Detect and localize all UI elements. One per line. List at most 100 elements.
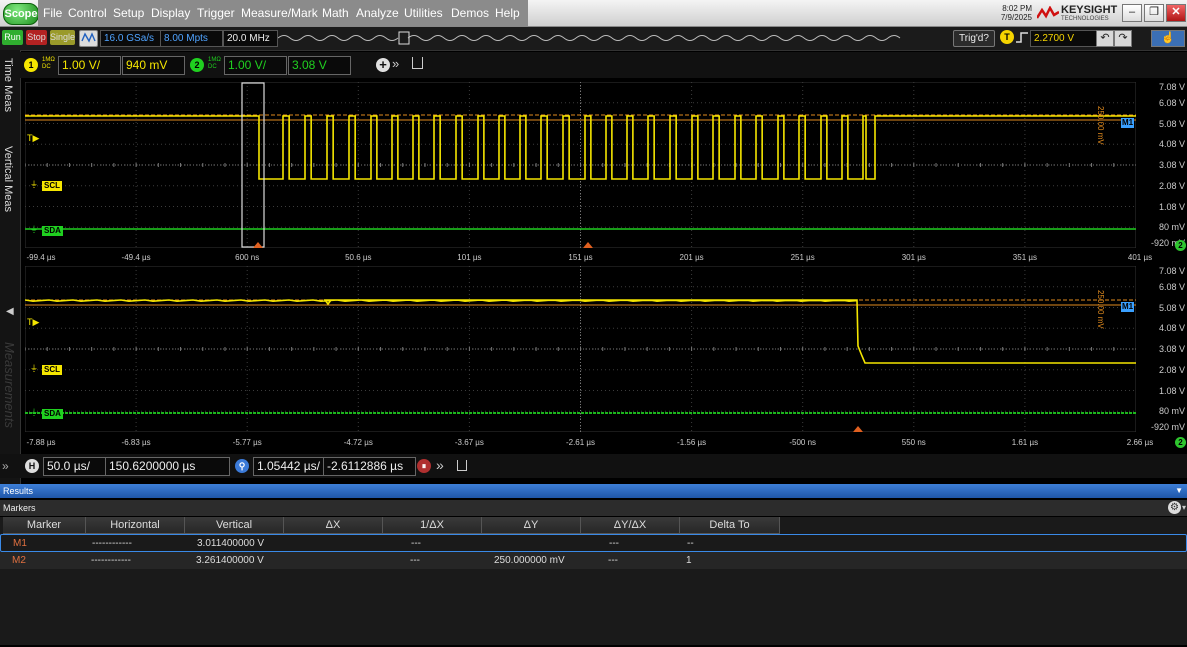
results-header[interactable]: Results ▼ [0, 484, 1187, 498]
more-horizontal-icon[interactable]: » [436, 457, 444, 473]
header-horizontal[interactable]: Horizontal [86, 517, 185, 534]
channel-1-badge[interactable]: 1 [24, 58, 38, 72]
ch2-ground-icon: ⏚ [30, 225, 38, 234]
add-channel-icon[interactable]: + [376, 58, 390, 72]
horizontal-position[interactable]: 150.6200000 µs [105, 457, 230, 476]
menu-file[interactable]: File [40, 0, 65, 26]
horizontal-badge[interactable]: H [25, 459, 39, 473]
header-delta-y-over-x[interactable]: ΔY/ΔX [581, 517, 680, 534]
rising-edge-icon[interactable] [1015, 31, 1029, 44]
autoscale-icon[interactable] [79, 30, 98, 47]
vertical-tick-label: 80 mV [1158, 222, 1185, 233]
zoom-sda-label: SDA [42, 409, 63, 419]
main-waveform-plot[interactable] [25, 82, 1136, 248]
header-inverse-delta-x[interactable]: 1/ΔX [383, 517, 482, 534]
marker-m1-tag[interactable]: M1 [1121, 118, 1135, 128]
clock-date: 7/9/2025 [1000, 13, 1032, 22]
horizontal-stop-icon[interactable] [457, 460, 467, 471]
timebase-icon[interactable]: ⏸ [417, 459, 431, 473]
trigger-marker-text: T [27, 133, 33, 143]
single-button[interactable]: Single [50, 30, 75, 45]
channel-1-offset[interactable]: 940 mV [122, 56, 185, 75]
bandwidth-readout[interactable]: 20.0 MHz [223, 30, 278, 47]
menu-math[interactable]: Math [319, 0, 352, 26]
tab-vertical-meas[interactable]: Vertical Meas [2, 146, 14, 212]
zoom-scale[interactable]: 1.05442 µs/ [253, 457, 324, 476]
main-vertical-scale: 7.08 V 6.08 V 5.08 V 4.08 V 3.08 V 2.08 V 1.08… [1141, 82, 1187, 248]
trigger-source-badge[interactable]: T [1000, 30, 1014, 44]
gear-icon[interactable]: ⚙ [1168, 501, 1181, 514]
header-marker[interactable]: Marker [3, 517, 86, 534]
vertical-tick-label: 3.08 V [1158, 160, 1185, 170]
results-collapse-icon[interactable]: ▼ [1175, 484, 1183, 498]
horizontal-scale[interactable]: 50.0 µs/ [43, 457, 106, 476]
menu-analyze[interactable]: Analyze [353, 0, 402, 26]
time-tick-label: 1.61 µs [1011, 438, 1039, 447]
cell-delta-to: -- [687, 538, 694, 549]
zoom-channel-2-scale-badge[interactable]: 2 [1175, 437, 1186, 448]
channel-2-scale[interactable]: 1.00 V/ [224, 56, 287, 75]
keysight-logo: KEYSIGHT TECHNOLOGIES [1037, 4, 1117, 24]
record-overview-waveform[interactable] [278, 31, 908, 45]
restore-icon[interactable]: ❐ [1144, 4, 1164, 22]
scope-logo[interactable]: Scope [3, 3, 39, 25]
vertical-tick-label: 6.08 V [1158, 97, 1185, 108]
menu-setup[interactable]: Setup [110, 0, 147, 26]
collapse-arrow-icon[interactable]: ◀ [6, 306, 14, 317]
cell-horizontal: ------------ [91, 555, 131, 566]
menu-utilities[interactable]: Utilities [401, 0, 446, 26]
minimize-icon[interactable]: – [1122, 4, 1142, 22]
tab-time-meas[interactable]: Time Meas [2, 58, 14, 112]
scl-label: SCL [42, 181, 62, 191]
stop-marker-icon[interactable] [412, 57, 423, 69]
table-row[interactable]: M1 ------------ 3.011400000 V --- --- -- [0, 534, 1187, 552]
time-tick-label: 351 µs [1012, 253, 1037, 262]
header-vertical[interactable]: Vertical [185, 517, 284, 534]
menu-measure-mark[interactable]: Measure/Mark [238, 0, 321, 26]
time-tick-label: 600 ns [235, 253, 260, 262]
redo-icon[interactable]: ↷ [1114, 30, 1132, 47]
zoom-marker-m1-tag[interactable]: M1 [1121, 302, 1135, 312]
expand-icon[interactable]: » [2, 459, 9, 473]
trigger-level-readout[interactable]: 2.2700 V [1030, 30, 1097, 47]
cell-inverse-delta-x: --- [410, 555, 420, 566]
menu-demos[interactable]: Demos [448, 0, 492, 26]
header-delta-x[interactable]: ΔX [284, 517, 383, 534]
trigger-status-button[interactable]: Trig'd? [953, 30, 995, 47]
header-delta-y[interactable]: ΔY [482, 517, 581, 534]
time-tick-label: 151 µs [568, 253, 593, 262]
zoom-position[interactable]: -2.6112886 µs [323, 457, 416, 476]
zoom-waveform-plot[interactable] [25, 266, 1136, 432]
tab-measurements[interactable]: Measurements [2, 342, 17, 428]
touch-icon[interactable]: ☝ [1151, 30, 1185, 47]
sample-rate-readout[interactable]: 16.0 GSa/s [100, 30, 161, 47]
menu-control[interactable]: Control [65, 0, 110, 26]
more-channels-icon[interactable]: » [392, 56, 399, 71]
run-button[interactable]: Run [2, 30, 23, 45]
close-icon[interactable]: ✕ [1166, 4, 1186, 22]
zoom-trigger-marker-text: T [27, 317, 33, 327]
vertical-tick-label: 1.08 V [1158, 385, 1185, 396]
undo-icon[interactable]: ↶ [1096, 30, 1114, 47]
trigger-level-marker: T▶ [27, 133, 40, 143]
menu-display[interactable]: Display [148, 0, 193, 26]
markers-dropdown-icon[interactable]: ▾ [1182, 500, 1186, 516]
clock-time: 8:02 PM [1002, 4, 1032, 13]
channel-1-scale[interactable]: 1.00 V/ [58, 56, 121, 75]
vertical-tick-label: 5.08 V [1158, 302, 1185, 313]
time-tick-label: -3.67 µs [454, 438, 484, 447]
menu-help[interactable]: Help [492, 0, 523, 26]
memory-depth-readout[interactable]: 8.00 Mpts [160, 30, 223, 47]
zoom-magnifier-icon[interactable]: ⚲ [235, 459, 249, 473]
menu-trigger[interactable]: Trigger [194, 0, 238, 26]
header-delta-to[interactable]: Delta To [680, 517, 780, 534]
main-waveform-svg [25, 82, 1136, 248]
zoom-vertical-scale: 7.08 V 6.08 V 5.08 V 4.08 V 3.08 V 2.08 V 1.08… [1141, 266, 1187, 432]
channel-2-offset[interactable]: 3.08 V [288, 56, 351, 75]
zoom-ch2-ground-icon: ⏚ [30, 408, 38, 417]
channel-2-scale-badge[interactable]: 2 [1175, 240, 1186, 251]
cell-vertical: 3.011400000 V [197, 538, 265, 549]
table-row[interactable]: M2 ------------ 3.261400000 V --- 250.00… [0, 552, 1187, 569]
channel-2-badge[interactable]: 2 [190, 58, 204, 72]
stop-button[interactable]: Stop [26, 30, 47, 45]
